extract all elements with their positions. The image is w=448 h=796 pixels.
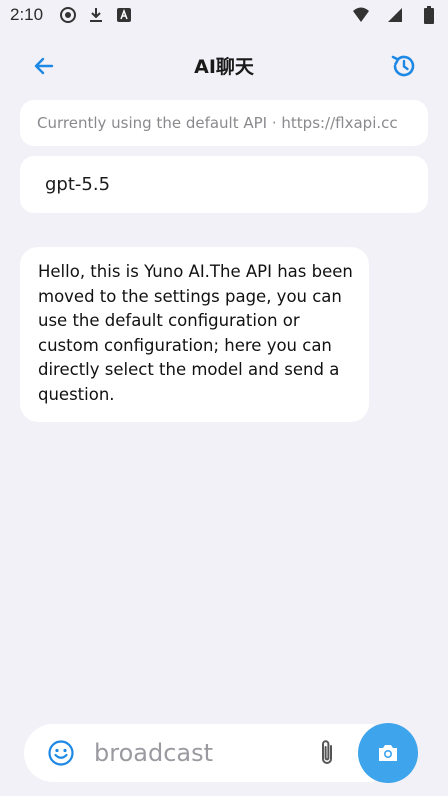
emoji-button[interactable] bbox=[44, 736, 78, 770]
arrow-left-icon bbox=[34, 57, 54, 75]
page-title: AI聊天 bbox=[194, 55, 254, 78]
app-bar: AI聊天 bbox=[0, 36, 448, 94]
status-bar: 2:10 bbox=[0, 0, 448, 30]
camera-icon bbox=[379, 745, 397, 761]
message-text: Hello, this is Yuno AI.The API has been … bbox=[38, 262, 353, 404]
api-info-text: Currently using the default API · https:… bbox=[37, 114, 398, 132]
camera-button[interactable] bbox=[358, 723, 418, 783]
paperclip-icon bbox=[322, 740, 332, 764]
model-name: gpt-5.5 bbox=[45, 174, 111, 195]
battery-icon bbox=[420, 6, 438, 24]
assistant-message-bubble: Hello, this is Yuno AI.The API has been … bbox=[20, 247, 369, 422]
download-icon bbox=[87, 6, 105, 24]
record-icon bbox=[59, 6, 77, 24]
message-input[interactable] bbox=[94, 733, 294, 773]
emoji-icon bbox=[48, 740, 74, 766]
api-info-card[interactable]: Currently using the default API · https:… bbox=[20, 100, 428, 146]
app-a-icon bbox=[115, 6, 133, 24]
back-button[interactable] bbox=[28, 50, 60, 82]
history-icon bbox=[391, 55, 415, 77]
signal-icon bbox=[386, 6, 404, 24]
status-time: 2:10 bbox=[10, 5, 44, 24]
message-composer bbox=[24, 724, 374, 782]
attach-button[interactable] bbox=[314, 737, 340, 769]
model-selector[interactable]: gpt-5.5 bbox=[20, 156, 428, 213]
wifi-icon bbox=[352, 6, 370, 24]
history-button[interactable] bbox=[388, 50, 420, 82]
